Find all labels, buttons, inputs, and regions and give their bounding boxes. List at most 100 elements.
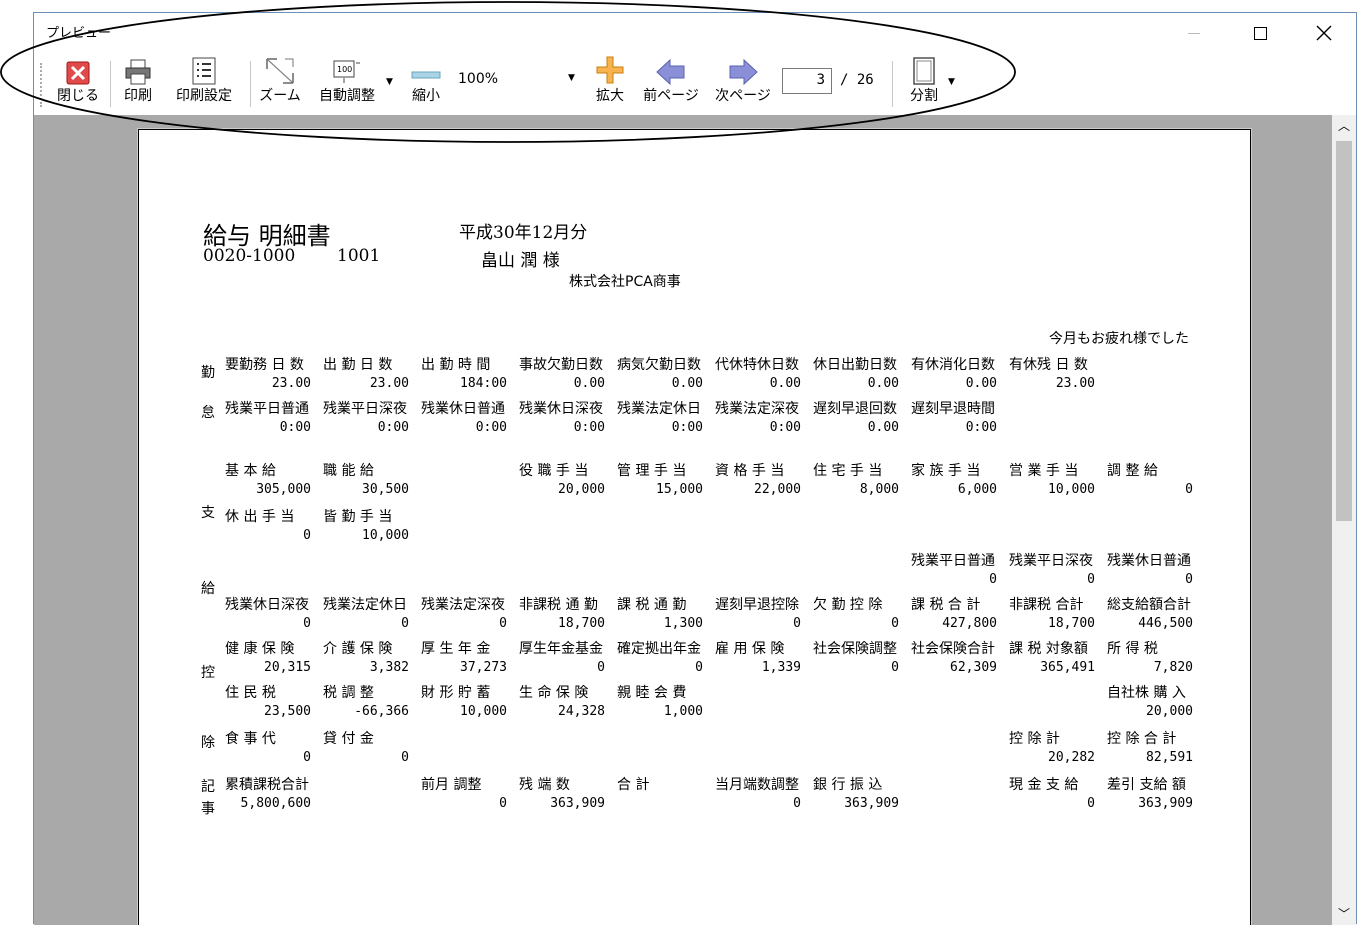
deduction-label: 健 康 保 険 — [225, 641, 295, 657]
deduction-label: 社会保険調整 — [813, 641, 897, 657]
deduction-value: 0 — [303, 750, 311, 765]
deduction-value: 82,591 — [1146, 750, 1193, 765]
pay-value: 0 — [303, 616, 311, 631]
scroll-up-icon[interactable]: ︿ — [1338, 117, 1350, 134]
plus-icon — [596, 56, 624, 84]
zoom-select[interactable]: 100% — [454, 67, 582, 93]
enlarge-label: 拡大 — [596, 88, 624, 104]
maximize-button[interactable] — [1237, 13, 1283, 53]
print-button[interactable]: 印刷 — [116, 53, 160, 115]
record-label: 残 端 数 — [519, 777, 570, 793]
pay-value: 15,000 — [656, 482, 703, 497]
pay-value: 1,300 — [663, 616, 703, 631]
deduction-value: 23,500 — [264, 704, 311, 719]
deduction-label: 社会保険合計 — [911, 641, 995, 657]
section-label: 記 — [201, 779, 215, 795]
pay-label: 残業平日普通 — [911, 553, 995, 569]
split-dropdown-icon[interactable]: ▼ — [948, 77, 955, 87]
preview-area[interactable]: 給与 明細書 平成30年12月分 0020-1000 1001 畠山 潤 様株式会社PC… — [34, 115, 1332, 925]
record-label: 差引 支給 額 — [1107, 777, 1186, 793]
record-label: 合 計 — [617, 777, 650, 793]
pay-value: 0 — [989, 572, 997, 587]
pay-value: 18,700 — [558, 616, 605, 631]
prev-page-button[interactable]: 前ページ — [638, 53, 704, 115]
zoom-button[interactable]: ズーム — [256, 53, 304, 115]
scroll-down-icon[interactable]: ﹀ — [1338, 905, 1350, 922]
pay-value: 18,700 — [1048, 616, 1095, 631]
list-settings-icon — [192, 57, 216, 85]
page-number-input[interactable]: 3 — [782, 68, 832, 94]
attendance-label: 事故欠勤日数 — [519, 357, 603, 373]
attendance-label: 有休残 日 数 — [1009, 357, 1088, 373]
deduction-label: 控 除 合 計 — [1107, 731, 1177, 747]
attendance-label: 出 勤 日 数 — [323, 357, 393, 373]
attendance-label: 残業休日普通 — [421, 401, 505, 417]
deduction-value: 1,000 — [663, 704, 703, 719]
deduction-label: 貸 付 金 — [323, 731, 374, 747]
toolbar-grip[interactable] — [40, 63, 42, 107]
auto-adjust-label: 自動調整 — [319, 88, 375, 104]
attendance-label: 要勤務 日 数 — [225, 357, 304, 373]
attendance-value: 0:00 — [279, 420, 311, 435]
separator — [892, 61, 893, 107]
attendance-label: 出 勤 時 間 — [421, 357, 491, 373]
section-label: 事 — [201, 801, 215, 817]
close-window-button[interactable] — [1301, 13, 1347, 53]
zoom-frame-icon — [266, 58, 294, 84]
zoom-dropdown-icon[interactable]: ▼ — [568, 73, 575, 83]
total-pages: / 26 — [840, 72, 874, 88]
deduction-value: 62,309 — [950, 660, 997, 675]
deduction-label: 厚 生 年 金 — [421, 641, 491, 657]
attendance-label: 遅刻早退回数 — [813, 401, 897, 417]
auto-adjust-button[interactable]: 100 自動調整 — [312, 53, 382, 115]
pay-label: 休 出 手 当 — [225, 509, 295, 525]
print-settings-label: 印刷設定 — [176, 88, 232, 104]
deduction-value: -66,366 — [354, 704, 409, 719]
pay-value: 30,500 — [362, 482, 409, 497]
pay-value: 20,000 — [558, 482, 605, 497]
deduction-value: 0 — [597, 660, 605, 675]
print-label: 印刷 — [124, 88, 152, 104]
attendance-label: 代休特休日数 — [715, 357, 799, 373]
pay-value: 0 — [303, 528, 311, 543]
pay-label: 役 職 手 当 — [519, 463, 589, 479]
zoom-label: ズーム — [259, 88, 301, 104]
deduction-label: 所 得 税 — [1107, 641, 1158, 657]
pay-label: 皆 勤 手 当 — [323, 509, 393, 525]
vertical-scrollbar[interactable]: ︿ ﹀ — [1332, 115, 1356, 925]
deduction-label: 確定拠出年金 — [617, 641, 701, 657]
deduction-value: 20,282 — [1048, 750, 1095, 765]
pay-value: 0 — [1185, 572, 1193, 587]
attendance-label: 残業法定深夜 — [715, 401, 799, 417]
attendance-value: 0:00 — [965, 420, 997, 435]
deduction-label: 財 形 貯 蓄 — [421, 685, 491, 701]
attendance-label: 遅刻早退時間 — [911, 401, 995, 417]
section-label: 給 — [201, 581, 215, 597]
deduction-label: 控 除 計 — [1009, 731, 1060, 747]
record-value: 0 — [793, 796, 801, 811]
deduction-value: 20,315 — [264, 660, 311, 675]
pay-value: 6,000 — [957, 482, 997, 497]
employee-name: 畠山 潤 様 — [481, 251, 560, 271]
deduction-value: 0 — [695, 660, 703, 675]
split-button[interactable]: 分割 — [898, 53, 950, 115]
auto-adjust-dropdown-icon[interactable]: ▼ — [386, 77, 393, 87]
record-value: 5,800,600 — [240, 796, 311, 811]
close-icon — [1316, 25, 1332, 41]
pay-value: 305,000 — [256, 482, 311, 497]
minimize-button[interactable] — [1171, 13, 1217, 53]
print-settings-button[interactable]: 印刷設定 — [168, 53, 240, 115]
pay-value: 0 — [793, 616, 801, 631]
shrink-button[interactable]: 縮小 — [404, 53, 448, 115]
enlarge-button[interactable]: 拡大 — [588, 53, 632, 115]
next-page-button[interactable]: 次ページ — [710, 53, 776, 115]
pay-label: 残業休日普通 — [1107, 553, 1191, 569]
deduction-value: 7,820 — [1153, 660, 1193, 675]
scroll-thumb[interactable] — [1336, 141, 1352, 521]
close-button[interactable]: 閉じる — [50, 53, 106, 115]
deduction-value: 10,000 — [460, 704, 507, 719]
pay-label: 残業法定深夜 — [421, 597, 505, 613]
pay-label: 遅刻早退控除 — [715, 597, 799, 613]
window-title: プレビュー — [46, 26, 112, 41]
pay-value: 0 — [1087, 572, 1095, 587]
